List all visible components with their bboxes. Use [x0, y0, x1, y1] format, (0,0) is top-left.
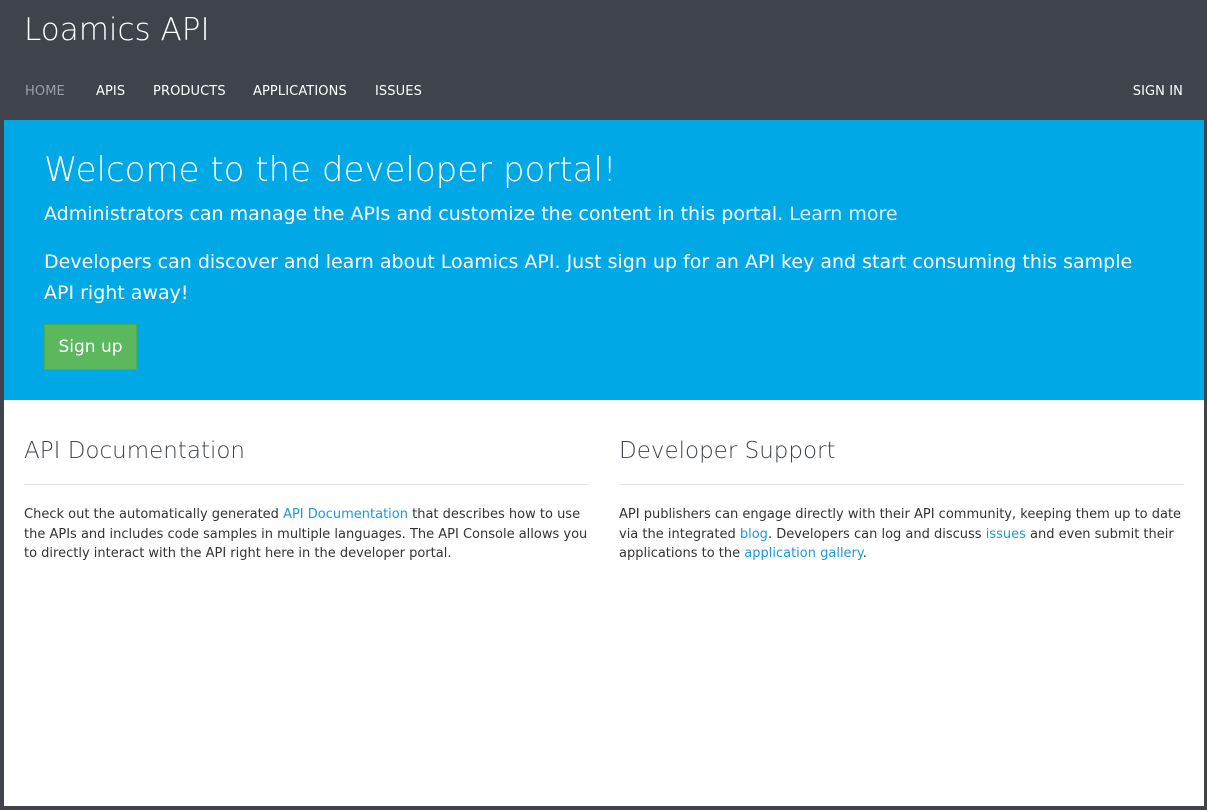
- divider: [24, 484, 589, 485]
- brand-title[interactable]: Loamics API: [24, 12, 210, 48]
- application-gallery-link[interactable]: application gallery: [744, 546, 862, 561]
- signup-button[interactable]: Sign up: [44, 324, 137, 370]
- dev-support-text: API publishers can engage directly with …: [619, 505, 1184, 564]
- nav-applications[interactable]: APPLICATIONS: [253, 84, 347, 99]
- hero-admin-text: Administrators can manage the APIs and c…: [44, 200, 1164, 228]
- hero-dev-text: Developers can discover and learn about …: [44, 251, 1133, 304]
- api-documentation-link[interactable]: API Documentation: [283, 507, 408, 522]
- nav-apis[interactable]: APIS: [96, 84, 125, 99]
- api-docs-heading: API Documentation: [24, 438, 246, 464]
- api-documentation-section: API Documentation Check out the automati…: [24, 438, 589, 564]
- admin-text: Administrators can manage the APIs and c…: [44, 203, 784, 225]
- page-frame: Loamics API HOME APIS PRODUCTS APPLICATI…: [4, 0, 1204, 806]
- welcome-hero: Welcome to the developer portal! Adminis…: [4, 120, 1204, 400]
- learn-more-link[interactable]: Learn more: [789, 203, 897, 225]
- nav-sign-in[interactable]: SIGN IN: [1133, 84, 1183, 99]
- site-header: Loamics API HOME APIS PRODUCTS APPLICATI…: [4, 0, 1204, 120]
- issues-link[interactable]: issues: [986, 527, 1026, 542]
- text-segment: . Developers can log and discuss: [767, 526, 986, 542]
- api-docs-text: Check out the automatically generated AP…: [24, 505, 589, 564]
- text-segment: .: [862, 546, 867, 561]
- divider: [619, 484, 1184, 485]
- nav-products[interactable]: PRODUCTS: [153, 84, 226, 99]
- hero-title: Welcome to the developer portal!: [44, 150, 617, 190]
- text-segment: Check out the automatically generated: [24, 507, 284, 522]
- main-nav: HOME APIS PRODUCTS APPLICATIONS ISSUES S…: [4, 84, 1204, 106]
- nav-issues[interactable]: ISSUES: [375, 84, 422, 99]
- developer-support-section: Developer Support API publishers can eng…: [619, 438, 1184, 564]
- blog-link[interactable]: blog: [740, 527, 768, 542]
- dev-support-heading: Developer Support: [619, 438, 836, 464]
- nav-home[interactable]: HOME: [25, 84, 65, 99]
